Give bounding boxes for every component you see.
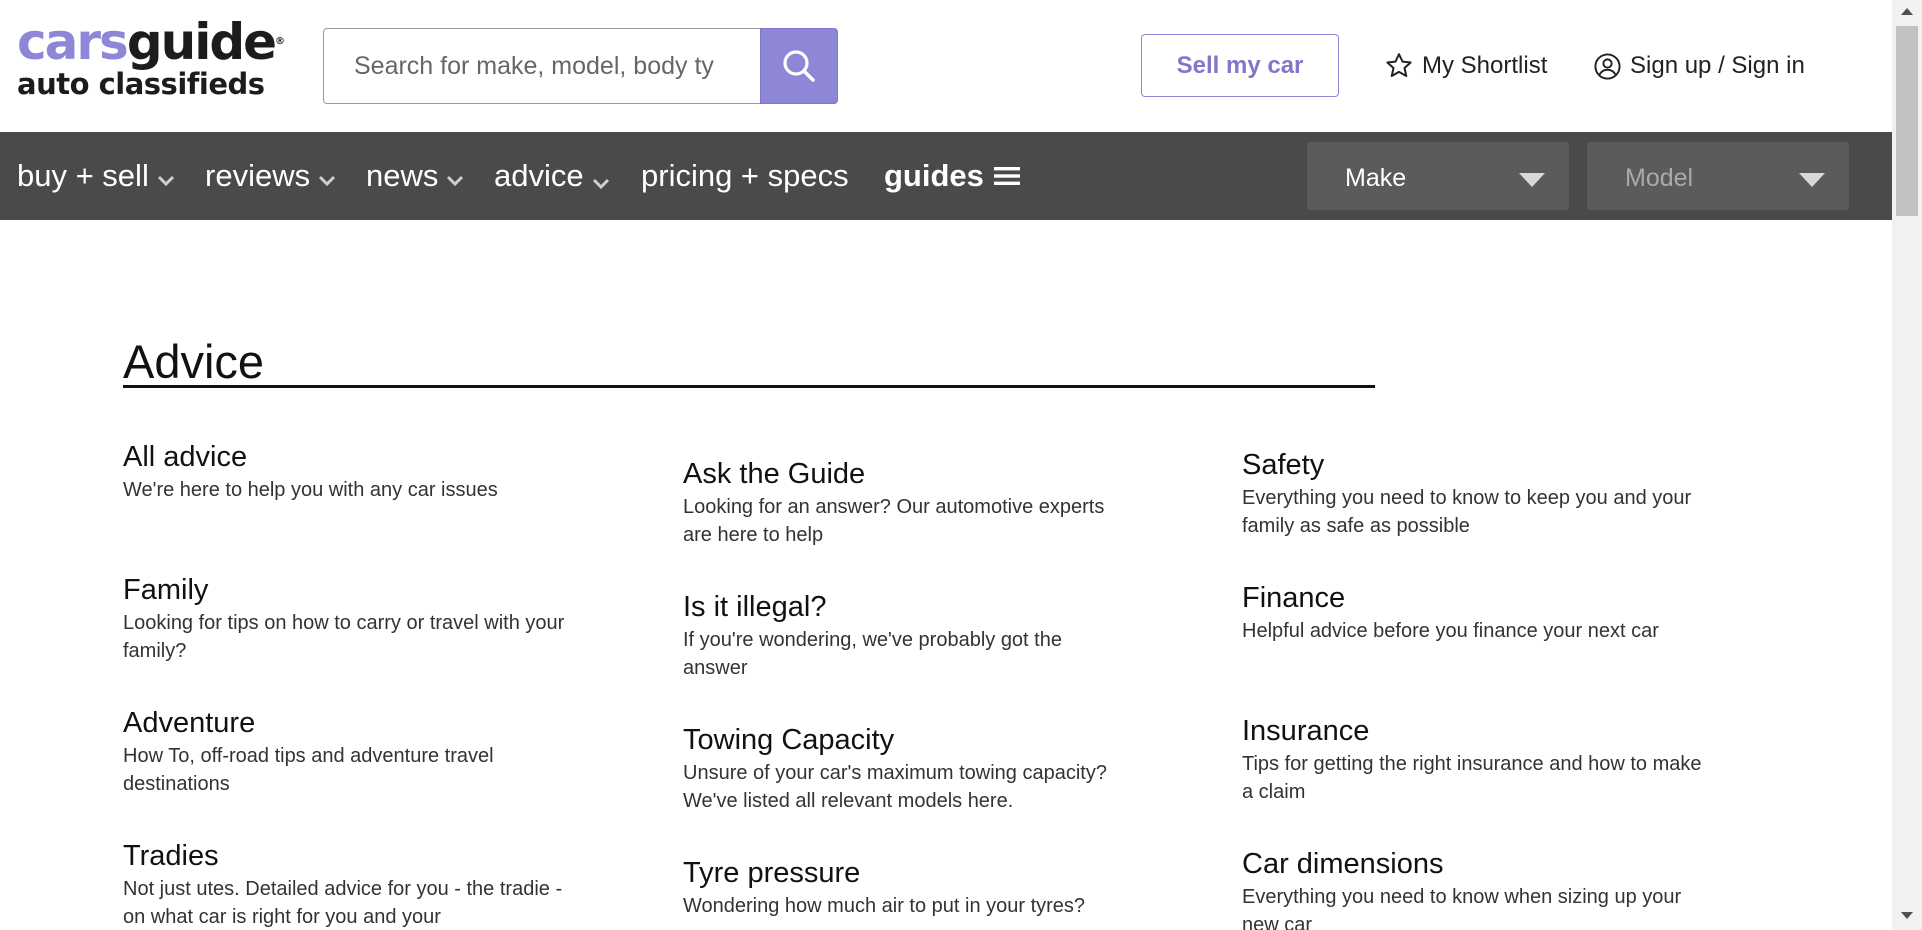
- nav-buy-sell[interactable]: buy + sell: [17, 132, 175, 220]
- advice-link-ask-the-guide[interactable]: Ask the Guide Looking for an answer? Our…: [683, 456, 1113, 549]
- nav-label: reviews: [205, 158, 311, 193]
- logo-cars: cars: [17, 13, 129, 71]
- page-title: Advice: [123, 335, 265, 388]
- card-title: Safety: [1242, 449, 1325, 481]
- user-circle-icon: [1594, 52, 1621, 80]
- dropdown-arrow-icon: [1799, 173, 1825, 187]
- nav-guides[interactable]: guides: [884, 132, 1020, 220]
- advice-link-safety[interactable]: Safety Everything you need to know to ke…: [1242, 447, 1702, 540]
- card-description: Looking for tips on how to carry or trav…: [123, 612, 565, 662]
- advice-link-is-it-illegal[interactable]: Is it illegal? If you're wondering, we'v…: [683, 589, 1113, 682]
- nav-label: pricing + specs: [641, 158, 849, 193]
- advice-link-all-advice[interactable]: All advice We're here to help you with a…: [123, 439, 593, 504]
- card-title: Family: [123, 574, 209, 606]
- card-description: Not just utes. Detailed advice for you -…: [123, 878, 563, 928]
- nav-reviews[interactable]: reviews: [205, 132, 336, 220]
- card-description: Everything you need to know when sizing …: [1242, 886, 1682, 930]
- advice-link-car-dimensions[interactable]: Car dimensions Everything you need to kn…: [1242, 846, 1682, 930]
- card-description: We're here to help you with any car issu…: [123, 479, 498, 501]
- advice-link-tyre-pressure[interactable]: Tyre pressure Wondering how much air to …: [683, 855, 1143, 920]
- star-icon: [1386, 53, 1412, 77]
- card-description: Everything you need to know to keep you …: [1242, 487, 1692, 537]
- nav-advice[interactable]: advice: [494, 132, 610, 220]
- chevron-down-icon: [592, 178, 609, 190]
- search-input[interactable]: [323, 28, 760, 104]
- make-select[interactable]: Make: [1307, 142, 1569, 210]
- nav-pricing-specs[interactable]: pricing + specs: [641, 132, 849, 220]
- nav-label: buy + sell: [17, 158, 149, 193]
- card-description: How To, off-road tips and adventure trav…: [123, 745, 494, 795]
- search-button[interactable]: [760, 28, 838, 104]
- scrollbar-thumb[interactable]: [1896, 26, 1918, 216]
- search-bar: [323, 28, 838, 104]
- title-underline: [123, 385, 1375, 388]
- advice-link-adventure[interactable]: Adventure How To, off-road tips and adve…: [123, 705, 573, 798]
- advice-link-towing-capacity[interactable]: Towing Capacity Unsure of your car's max…: [683, 722, 1143, 815]
- logo-guide: guide: [126, 13, 277, 71]
- logo-registered-mark: ®: [275, 36, 285, 47]
- scroll-down-arrow-icon[interactable]: [1901, 912, 1913, 919]
- card-title: All advice: [123, 441, 248, 473]
- card-description: Unsure of your car's maximum towing capa…: [683, 762, 1107, 812]
- card-description: Tips for getting the right insurance and…: [1242, 753, 1702, 803]
- page: carsguide® auto classifieds Sell my car …: [0, 0, 1892, 930]
- dropdown-arrow-icon: [1519, 173, 1545, 187]
- chevron-down-icon: [447, 175, 464, 187]
- my-shortlist-label: My Shortlist: [1422, 52, 1548, 79]
- chevron-down-icon: [157, 175, 174, 187]
- sign-in-link[interactable]: Sign up / Sign in: [1593, 46, 1805, 86]
- card-title: Finance: [1242, 582, 1346, 614]
- make-select-value: Make: [1345, 164, 1407, 192]
- site-header: carsguide® auto classifieds Sell my car …: [0, 0, 1892, 132]
- card-title: Tradies: [123, 840, 219, 872]
- card-title: Is it illegal?: [683, 591, 827, 623]
- sign-in-label: Sign up / Sign in: [1630, 52, 1805, 79]
- card-description: Wondering how much air to put in your ty…: [683, 895, 1086, 917]
- card-title: Towing Capacity: [683, 724, 895, 756]
- advice-link-insurance[interactable]: Insurance Tips for getting the right ins…: [1242, 713, 1712, 806]
- scroll-up-arrow-icon[interactable]: [1901, 8, 1913, 15]
- model-select-value: Model: [1625, 164, 1694, 192]
- card-title: Insurance: [1242, 715, 1370, 747]
- my-shortlist-link[interactable]: My Shortlist: [1384, 46, 1547, 86]
- model-select[interactable]: Model: [1587, 142, 1849, 210]
- nav-news[interactable]: news: [366, 132, 464, 220]
- chevron-down-icon: [319, 175, 336, 187]
- nav-label: advice: [494, 158, 584, 193]
- sell-my-car-button[interactable]: Sell my car: [1141, 34, 1339, 97]
- card-description: If you're wondering, we've probably got …: [683, 629, 1062, 679]
- card-title: Adventure: [123, 707, 256, 739]
- advice-link-finance[interactable]: Finance Helpful advice before you financ…: [1242, 580, 1742, 645]
- logo-tagline: auto classifieds: [17, 67, 265, 101]
- card-description: Helpful advice before you finance your n…: [1242, 620, 1659, 642]
- card-title: Tyre pressure: [683, 857, 861, 889]
- advice-link-tradies[interactable]: Tradies Not just utes. Detailed advice f…: [123, 838, 573, 930]
- carsguide-logo[interactable]: carsguide® auto classifieds: [17, 13, 285, 114]
- logo-wordmark: carsguide®: [17, 13, 285, 71]
- hamburger-menu-icon: [993, 167, 1020, 185]
- advice-link-family[interactable]: Family Looking for tips on how to carry …: [123, 572, 573, 665]
- search-icon: [783, 50, 815, 82]
- nav-guides-label: guides: [884, 158, 984, 193]
- nav-label: news: [366, 158, 439, 193]
- vertical-scrollbar[interactable]: [1892, 0, 1922, 930]
- card-title: Ask the Guide: [683, 458, 866, 490]
- card-title: Car dimensions: [1242, 848, 1444, 880]
- card-description: Looking for an answer? Our automotive ex…: [683, 496, 1105, 546]
